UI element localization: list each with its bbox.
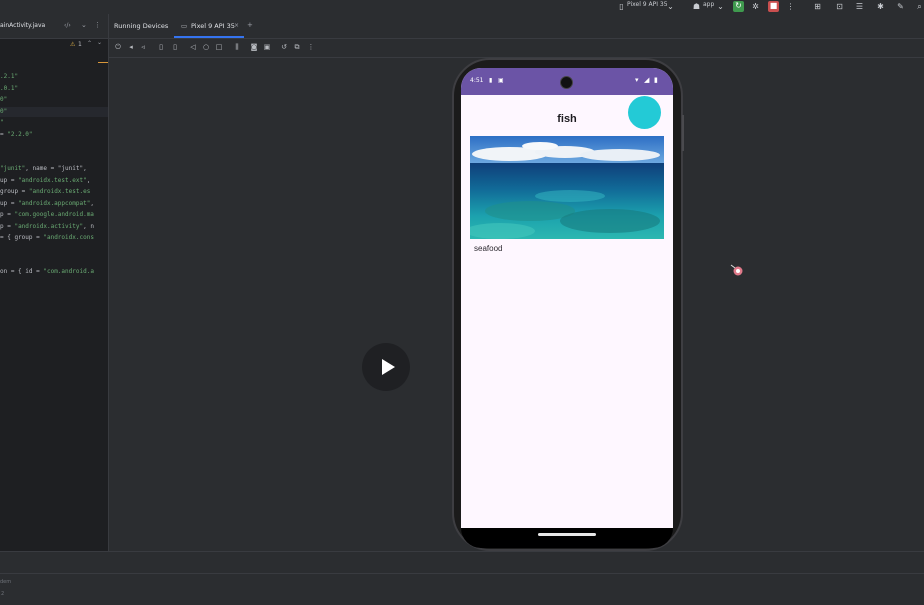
active-tab-indicator: [174, 36, 244, 38]
chevron-down-icon: ⌄: [717, 2, 724, 11]
home-icon[interactable]: ○: [202, 43, 210, 51]
rotate-right-icon[interactable]: ▯: [171, 43, 179, 51]
home-handle[interactable]: [538, 533, 596, 536]
profiler-icon[interactable]: ⊞: [813, 2, 822, 11]
fold-icon[interactable]: ⫼: [233, 43, 241, 51]
close-icon[interactable]: ×: [234, 22, 239, 29]
run-config-selector[interactable]: app: [703, 1, 714, 8]
code-line: p = "com.google.android.ma: [0, 211, 94, 218]
emulator-toolbar: ⏻ ◂ ◃ ▯ ▯ ◁ ○ □ ⫼ ◙ ▣ ↺ ⧉ ⋮: [109, 39, 924, 58]
signal-icon: ◢: [644, 76, 650, 84]
wifi-icon: ▾: [635, 76, 639, 84]
status-time: 4:51: [470, 77, 484, 84]
code-line: .0.1": [0, 85, 19, 92]
code-line: up = "androidx.test.ext",: [0, 177, 91, 184]
power-key: [682, 115, 684, 151]
code-line: up = "androidx.appcompat",: [0, 200, 94, 207]
seafood-image[interactable]: [470, 136, 664, 239]
status-bar: 4:51 ▮ ▣ ▾ ◢ ▮: [461, 68, 673, 95]
code-line: 0": [0, 108, 8, 115]
search-icon[interactable]: ⌕: [915, 2, 924, 11]
chevron-down-icon[interactable]: ⌄: [97, 39, 102, 46]
navigation-bar: [461, 528, 673, 548]
editor-tab-row: ainActivity.java ‹/› ⌄ ⋮: [0, 14, 108, 39]
image-caption: seafood: [474, 244, 503, 253]
code-line: = { group = "androidx.cons: [0, 234, 94, 241]
device-selector[interactable]: Pixel 9 API 35: [627, 1, 668, 8]
chevron-down-icon[interactable]: ⌄: [81, 21, 87, 29]
warning-icon: ⚠: [70, 41, 76, 48]
code-editor[interactable]: ainActivity.java ‹/› ⌄ ⋮ ⚠ 1 ⌃ ⌄ .2.1" .…: [0, 14, 109, 551]
debug-icon[interactable]: ✲: [751, 2, 760, 11]
code-line: 0": [0, 96, 8, 103]
stop-icon[interactable]: ■: [768, 1, 779, 12]
scroll-marker: [98, 62, 108, 63]
overview-icon[interactable]: □: [215, 43, 223, 51]
device-manager-icon[interactable]: ⊡: [835, 2, 844, 11]
running-devices-header: Running Devices ▭ Pixel 9 API 35 × +: [109, 14, 924, 39]
rotate-left-icon[interactable]: ▯: [157, 43, 165, 51]
status-strip: [0, 551, 924, 574]
play-icon: [382, 359, 395, 375]
back-icon[interactable]: ◁: [189, 43, 197, 51]
code-line: ": [0, 119, 4, 126]
bottom-panel: dem 2: [0, 573, 924, 605]
device-screen[interactable]: 4:51 ▮ ▣ ▾ ◢ ▮ fish seafood: [461, 68, 673, 528]
chevron-down-icon: ⌄: [667, 2, 674, 11]
code-line: on = { id = "com.android.a: [0, 268, 94, 275]
editor-file-tab[interactable]: ainActivity.java: [0, 22, 45, 29]
more-icon[interactable]: ⋮: [94, 21, 101, 29]
tab-pixel-9[interactable]: Pixel 9 API 35: [191, 22, 235, 30]
rerun-icon[interactable]: ↻: [733, 1, 744, 12]
sdk-manager-icon[interactable]: ☰: [855, 2, 864, 11]
bottom-text-2: 2: [1, 591, 5, 597]
play-button[interactable]: [362, 343, 410, 391]
notification-icon: ▣: [498, 77, 504, 84]
device-icon: ▯: [619, 2, 624, 11]
chevron-up-icon[interactable]: ⌃: [87, 40, 92, 47]
more-icon[interactable]: ⋮: [307, 43, 315, 51]
code-line: p = "androidx.activity", n: [0, 223, 94, 230]
current-line-highlight: [0, 107, 108, 117]
volume-down-icon[interactable]: ◃: [139, 43, 147, 51]
cursor-icon: [729, 262, 745, 276]
mirror-icon[interactable]: ⧉: [293, 43, 301, 51]
battery-icon: ▮: [654, 76, 658, 84]
more-icon[interactable]: ⋮: [786, 2, 795, 11]
sim-icon: ▮: [489, 77, 493, 84]
device-icon: ▭: [181, 22, 188, 30]
snapshot-icon[interactable]: ↺: [280, 43, 288, 51]
bottom-text-1: dem: [0, 579, 12, 585]
fab-button[interactable]: [628, 96, 661, 129]
front-camera: [560, 76, 573, 89]
bug-icon[interactable]: ✱: [876, 2, 885, 11]
feedback-icon[interactable]: ✎: [896, 2, 905, 11]
code-line: .2.1": [0, 73, 19, 80]
android-icon: ☗: [692, 2, 701, 11]
running-devices-title: Running Devices: [114, 22, 169, 30]
code-line: group = "androidx.test.es: [0, 188, 91, 195]
code-view-icon[interactable]: ‹/›: [64, 22, 71, 29]
code-line: = "2.2.0": [0, 131, 33, 138]
power-icon[interactable]: ⏻: [114, 43, 122, 51]
screenshot-icon[interactable]: ◙: [250, 43, 258, 51]
warning-count[interactable]: 1: [78, 41, 82, 48]
add-tab-icon[interactable]: +: [247, 21, 253, 29]
main-toolbar: ▯ Pixel 9 API 35 ⌄ ☗ app ⌄ ↻ ✲ ■ ⋮ ⊞ ⊡ ☰…: [0, 0, 924, 14]
record-icon[interactable]: ▣: [263, 43, 271, 51]
volume-up-icon[interactable]: ◂: [127, 43, 135, 51]
code-line: "junit", name = "junit",: [0, 165, 87, 172]
